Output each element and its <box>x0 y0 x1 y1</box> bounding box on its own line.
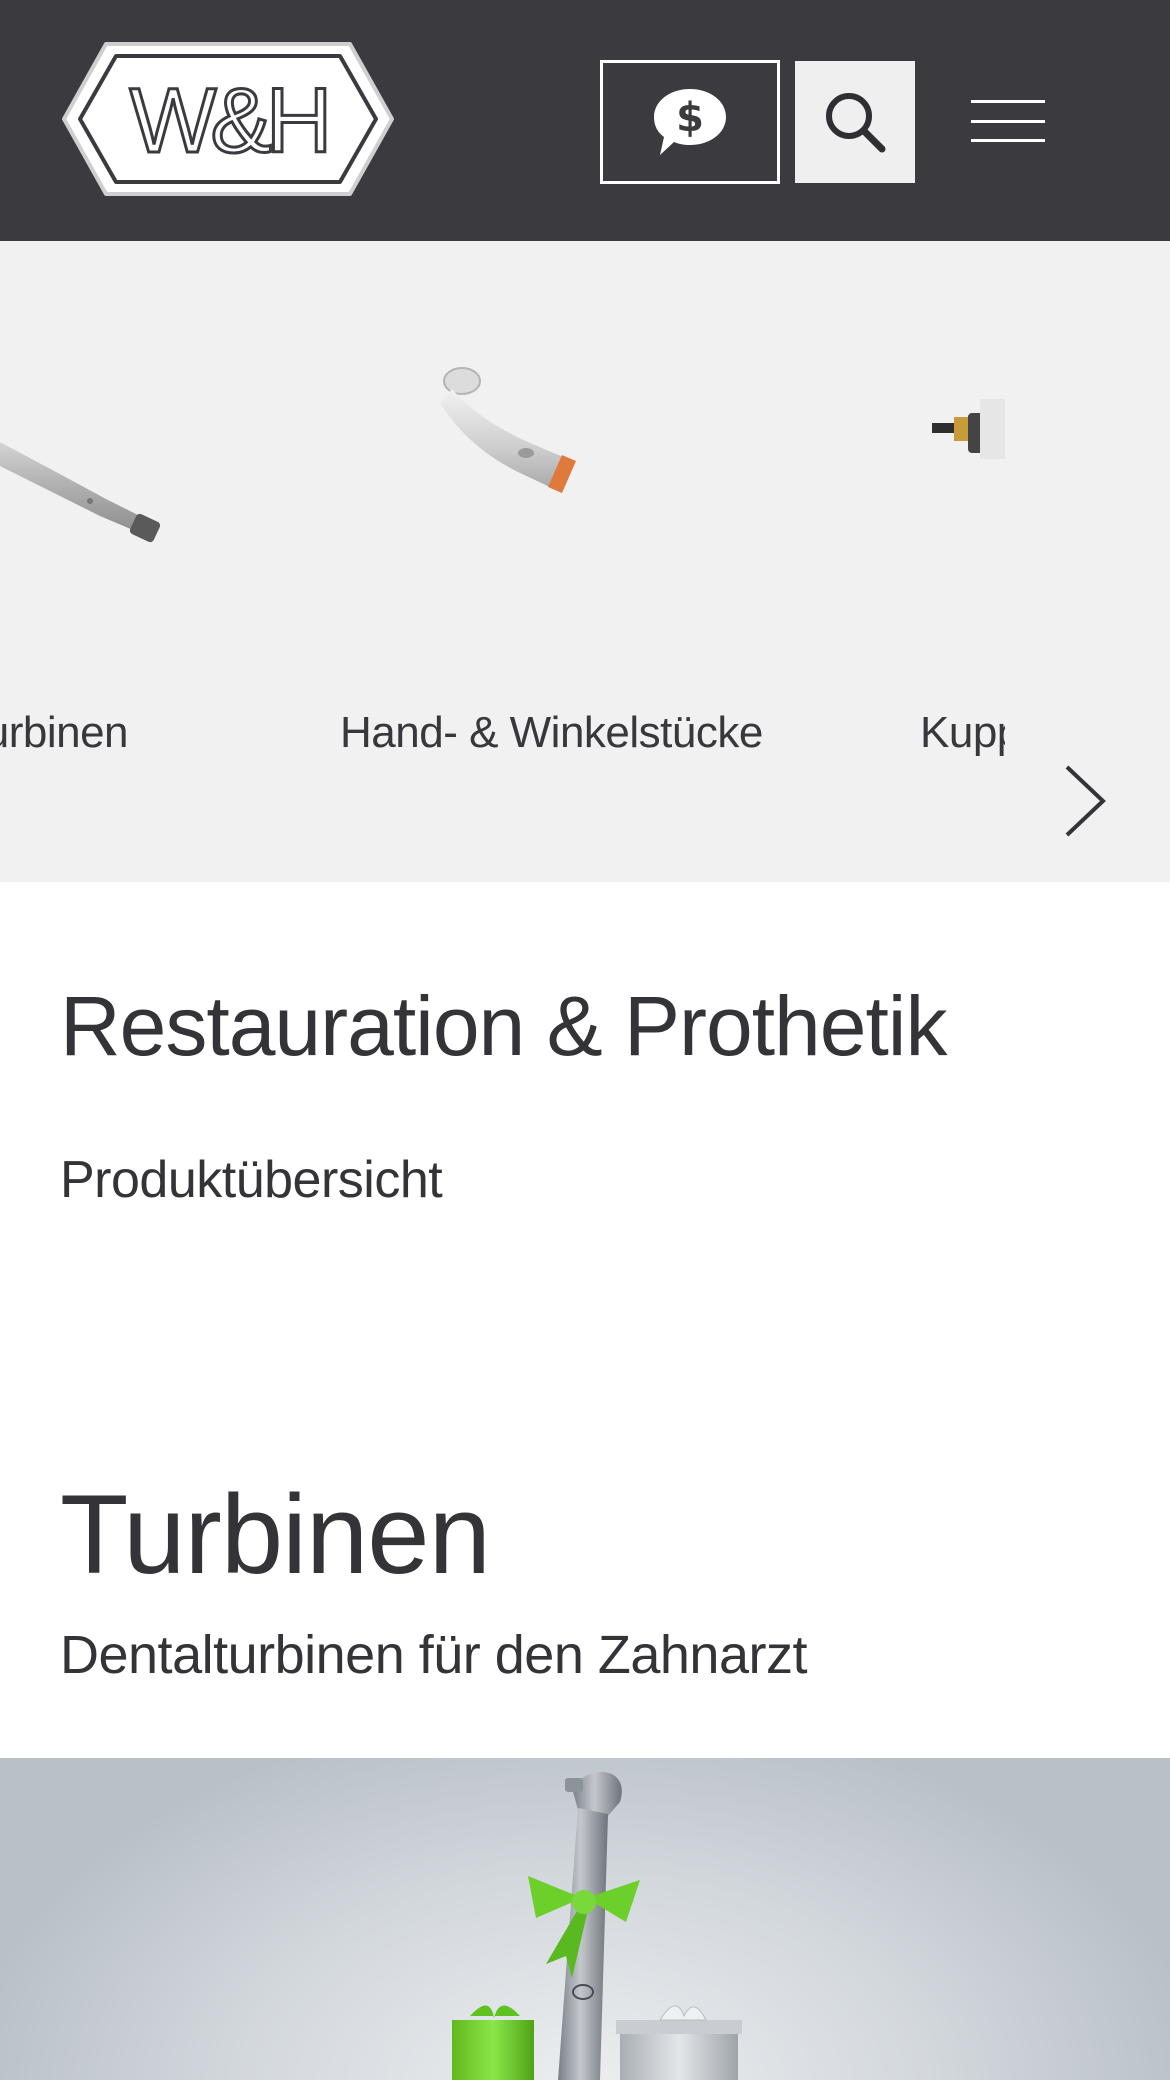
turbine-hero-image <box>0 1758 1170 2080</box>
carousel-track: Turbinen Hand- & Winkelstücke <box>0 241 1005 882</box>
carousel-slide-kupplungen[interactable]: Kupplungen <box>920 241 1005 882</box>
carousel-next-button[interactable] <box>1055 761 1111 841</box>
search-button[interactable] <box>795 61 915 183</box>
carousel-slide-label: Hand- & Winkelstücke <box>340 708 763 757</box>
quote-request-button[interactable]: $ <box>600 60 780 184</box>
carousel-slide-hand-winkelstuecke[interactable]: Hand- & Winkelstücke <box>340 241 780 882</box>
page-subtitle: Dentalturbinen für den Zahnarzt <box>60 1625 807 1685</box>
svg-text:$: $ <box>676 95 704 141</box>
coupling-product-image <box>932 399 1005 459</box>
product-overview-link[interactable]: Produktübersicht <box>60 1150 443 1210</box>
carousel-slide-turbinen[interactable]: Turbinen <box>0 241 220 882</box>
svg-text:W&H: W&H <box>130 70 327 172</box>
carousel-slide-label: Turbinen <box>0 708 129 757</box>
hamburger-menu-button[interactable] <box>965 90 1051 152</box>
contra-angle-handpiece-image <box>440 367 576 493</box>
product-category-carousel: Turbinen Hand- & Winkelstücke <box>0 241 1170 882</box>
dollar-speech-bubble-icon: $ <box>654 89 726 155</box>
chevron-right-icon <box>1065 765 1106 837</box>
section-title-restauration: Restauration & Prothetik <box>60 979 947 1073</box>
site-header: W&H $ <box>0 0 1170 241</box>
wh-logo[interactable]: W&H <box>60 40 396 198</box>
page-title: Turbinen <box>60 1472 491 1597</box>
turbine-product-image <box>0 442 161 543</box>
hamburger-menu-icon <box>971 100 1045 103</box>
carousel-slide-label: Kupplungen <box>920 708 1005 757</box>
search-icon <box>826 93 886 153</box>
